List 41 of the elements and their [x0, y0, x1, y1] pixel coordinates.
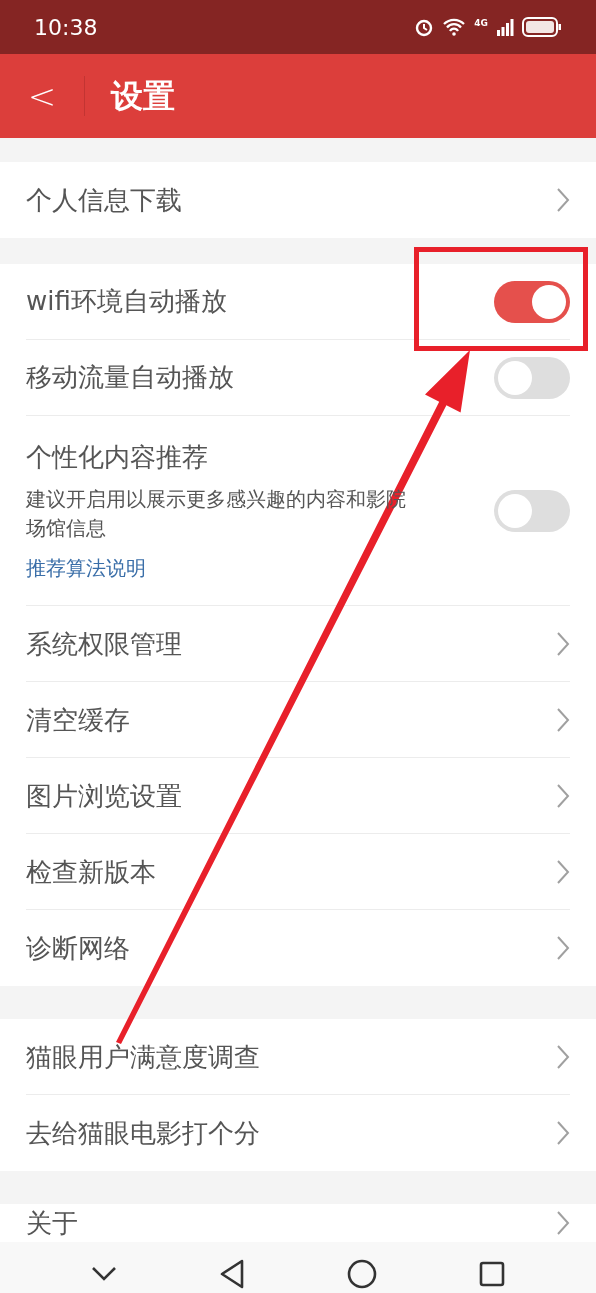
- chevron-icon: [556, 935, 570, 961]
- alarm-icon: [414, 17, 435, 37]
- setting-label: 诊断网络: [26, 932, 130, 964]
- chevron-icon: [556, 1043, 570, 1070]
- chevron-down-icon[interactable]: [91, 1265, 117, 1282]
- setting-label: 清空缓存: [26, 703, 130, 736]
- chevron-icon: [556, 782, 570, 809]
- settings-row[interactable]: 个人信息下载: [26, 162, 570, 238]
- battery-icon: [522, 17, 562, 37]
- network-type: 4G: [474, 19, 488, 28]
- setting-label: wifi环境自动播放: [26, 285, 227, 318]
- chevron-icon: [556, 630, 570, 657]
- settings-row[interactable]: 诊断网络: [26, 910, 570, 986]
- home-icon[interactable]: [347, 1258, 377, 1289]
- setting-label: 个人信息下载: [26, 184, 182, 216]
- setting-label: 去给猫眼电影打个分: [26, 1117, 260, 1149]
- toggle-switch[interactable]: [494, 489, 570, 532]
- toggle-switch[interactable]: [494, 280, 570, 323]
- setting-label: 图片浏览设置: [26, 779, 182, 812]
- chevron-icon: [556, 1120, 570, 1146]
- page-title: 设置: [111, 76, 175, 117]
- toggle-switch[interactable]: [494, 356, 570, 399]
- status-time: 10:38: [34, 13, 98, 42]
- setting-label: 检查新版本: [26, 855, 156, 888]
- chevron-icon: [556, 706, 570, 733]
- settings-row[interactable]: 关于: [26, 1204, 570, 1242]
- chevron-icon: [556, 187, 570, 213]
- setting-label: 猫眼用户满意度调查: [26, 1040, 260, 1073]
- setting-label: 个性化内容推荐: [26, 441, 209, 474]
- chevron-icon: [556, 858, 570, 885]
- back-button[interactable]: <: [0, 54, 84, 138]
- signal-icon: [496, 18, 514, 36]
- back-icon[interactable]: [219, 1258, 245, 1289]
- algorithm-link[interactable]: 推荐算法说明: [26, 553, 412, 583]
- wifi-icon: [442, 18, 467, 36]
- recents-icon[interactable]: [479, 1260, 505, 1287]
- setting-label: 系统权限管理: [26, 627, 182, 660]
- settings-row[interactable]: 去给猫眼电影打个分: [26, 1095, 570, 1171]
- setting-label: 关于: [26, 1207, 78, 1239]
- setting-label: 移动流量自动播放: [26, 361, 234, 394]
- chevron-icon: [556, 1210, 570, 1236]
